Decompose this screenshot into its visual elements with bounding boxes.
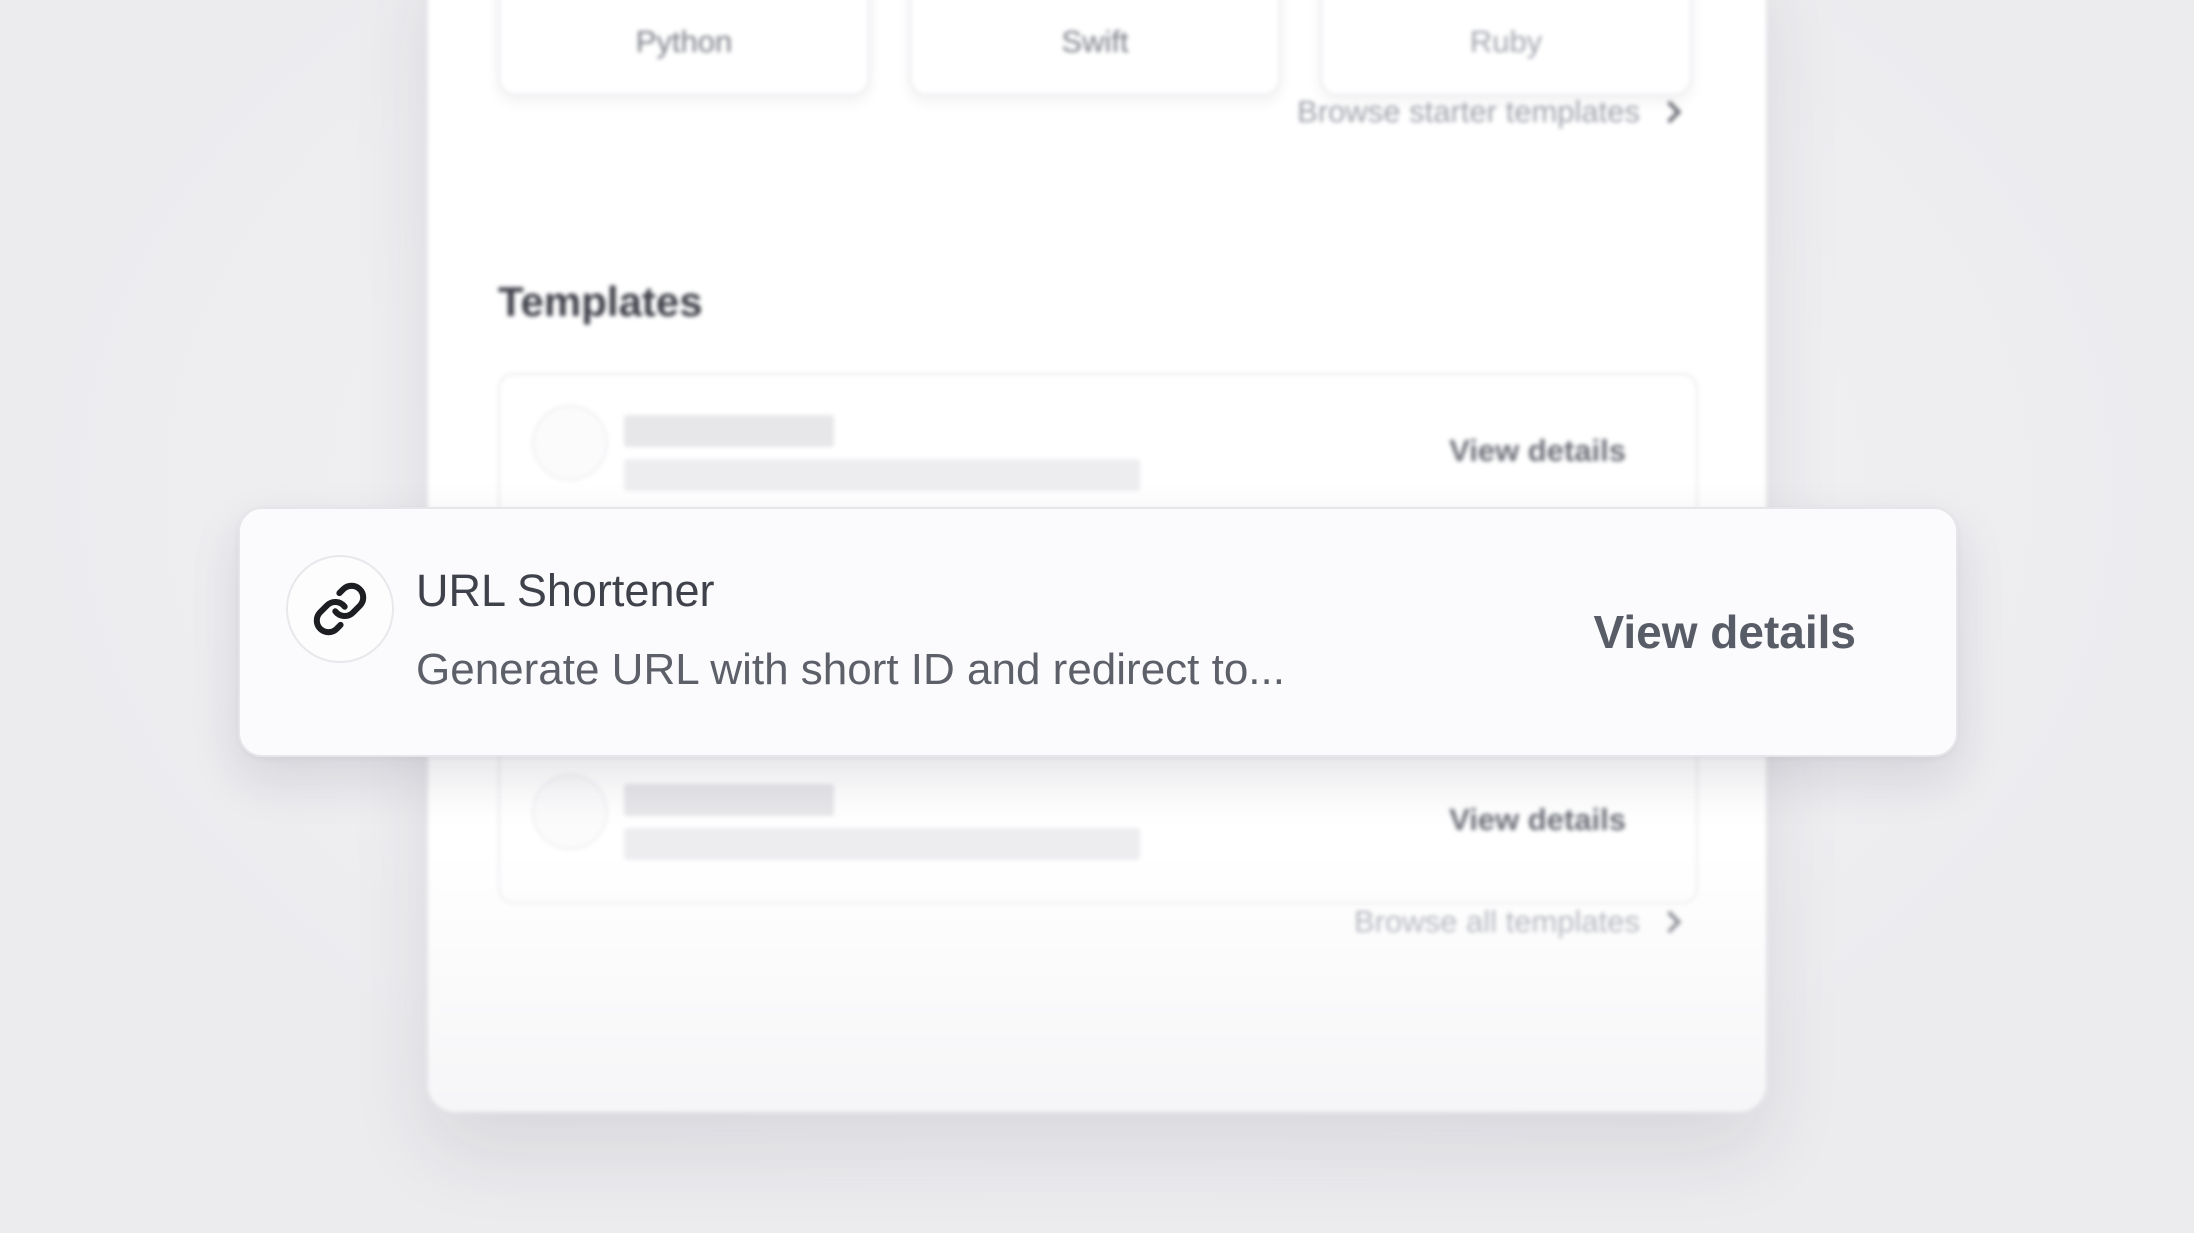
skeleton-avatar bbox=[532, 405, 608, 481]
template-description: Generate URL with short ID and redirect … bbox=[416, 645, 1285, 694]
browse-all-templates-link[interactable]: Browse all templates bbox=[1354, 904, 1684, 940]
language-card-label: Python bbox=[635, 24, 733, 59]
link-icon bbox=[313, 582, 367, 636]
browse-starter-templates-label: Browse starter templates bbox=[1297, 94, 1640, 129]
section-title: Templates bbox=[498, 278, 703, 325]
skeleton-description bbox=[624, 459, 1140, 491]
browse-all-templates-label: Browse all templates bbox=[1353, 904, 1640, 939]
browse-starter-templates-link[interactable]: Browse starter templates bbox=[1297, 94, 1684, 130]
language-card-swift[interactable]: Swift bbox=[909, 0, 1281, 96]
skeleton-avatar bbox=[532, 774, 608, 850]
chevron-right-icon bbox=[1658, 100, 1682, 124]
language-card-label: Ruby bbox=[1469, 24, 1543, 59]
chevron-right-icon bbox=[1658, 910, 1682, 934]
language-card-python[interactable]: Python bbox=[498, 0, 870, 96]
view-details-link[interactable]: View details bbox=[1449, 433, 1626, 469]
view-details-button[interactable]: View details bbox=[1593, 605, 1856, 659]
skeleton-title bbox=[624, 784, 834, 816]
template-card-url-shortener[interactable]: URL Shortener Generate URL with short ID… bbox=[238, 507, 1958, 757]
template-card-placeholder[interactable]: View details bbox=[498, 742, 1698, 904]
view-details-link[interactable]: View details bbox=[1449, 802, 1626, 838]
template-title: URL Shortener bbox=[416, 565, 715, 616]
template-icon bbox=[286, 555, 394, 663]
skeleton-description bbox=[624, 828, 1140, 860]
language-card-label: Swift bbox=[1061, 24, 1129, 59]
language-card-ruby[interactable]: Ruby bbox=[1320, 0, 1692, 96]
skeleton-title bbox=[624, 415, 834, 447]
